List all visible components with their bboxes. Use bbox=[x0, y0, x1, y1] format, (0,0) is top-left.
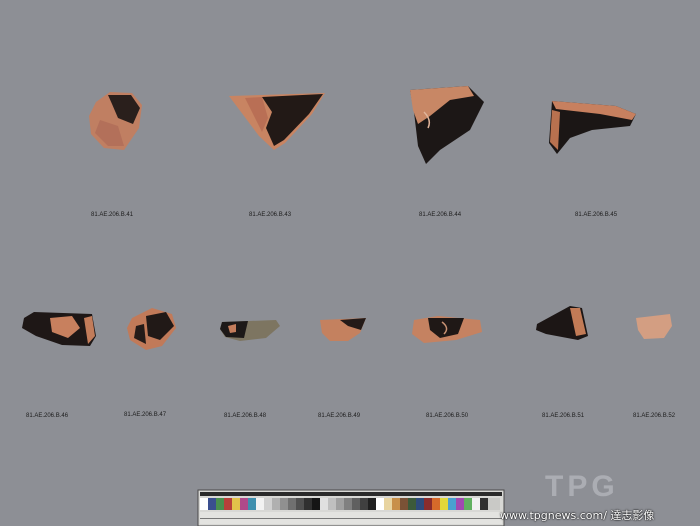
fragment-49 bbox=[320, 318, 366, 341]
fragment-51 bbox=[536, 306, 588, 340]
label-81-ae-206-b-47: 81.AE.206.B.47 bbox=[124, 412, 167, 418]
label-81-ae-206-b-52: 81.AE.206.B.52 bbox=[633, 413, 676, 419]
label-81-ae-206-b-50: 81.AE.206.B.50 bbox=[426, 413, 469, 419]
fragment-46 bbox=[22, 312, 96, 346]
label-81-ae-206-b-44: 81.AE.206.B.44 bbox=[419, 212, 462, 218]
photo-scene bbox=[22, 86, 672, 526]
fragment-45 bbox=[549, 101, 636, 154]
label-81-ae-206-b-48: 81.AE.206.B.48 bbox=[224, 413, 267, 419]
credit-watermark: www.tpgnews.com/ 達志影像 bbox=[500, 509, 655, 522]
fragment-50 bbox=[412, 316, 482, 343]
label-81-ae-206-b-43: 81.AE.206.B.43 bbox=[249, 212, 292, 218]
label-81-ae-206-b-51: 81.AE.206.B.51 bbox=[542, 413, 585, 419]
fragment-48 bbox=[220, 320, 280, 341]
label-81-ae-206-b-41: 81.AE.206.B.41 bbox=[91, 212, 134, 218]
fragment-47 bbox=[127, 308, 176, 350]
fragment-52 bbox=[636, 314, 672, 339]
fragment-41 bbox=[89, 92, 142, 150]
color-scale-bar bbox=[197, 489, 505, 526]
tpg-logo-watermark: TPG bbox=[545, 470, 619, 503]
fragment-43 bbox=[229, 93, 325, 150]
label-81-ae-206-b-49: 81.AE.206.B.49 bbox=[318, 413, 361, 419]
label-81-ae-206-b-45: 81.AE.206.B.45 bbox=[575, 212, 618, 218]
fragment-44 bbox=[410, 86, 484, 164]
label-81-ae-206-b-46: 81.AE.206.B.46 bbox=[26, 413, 69, 419]
